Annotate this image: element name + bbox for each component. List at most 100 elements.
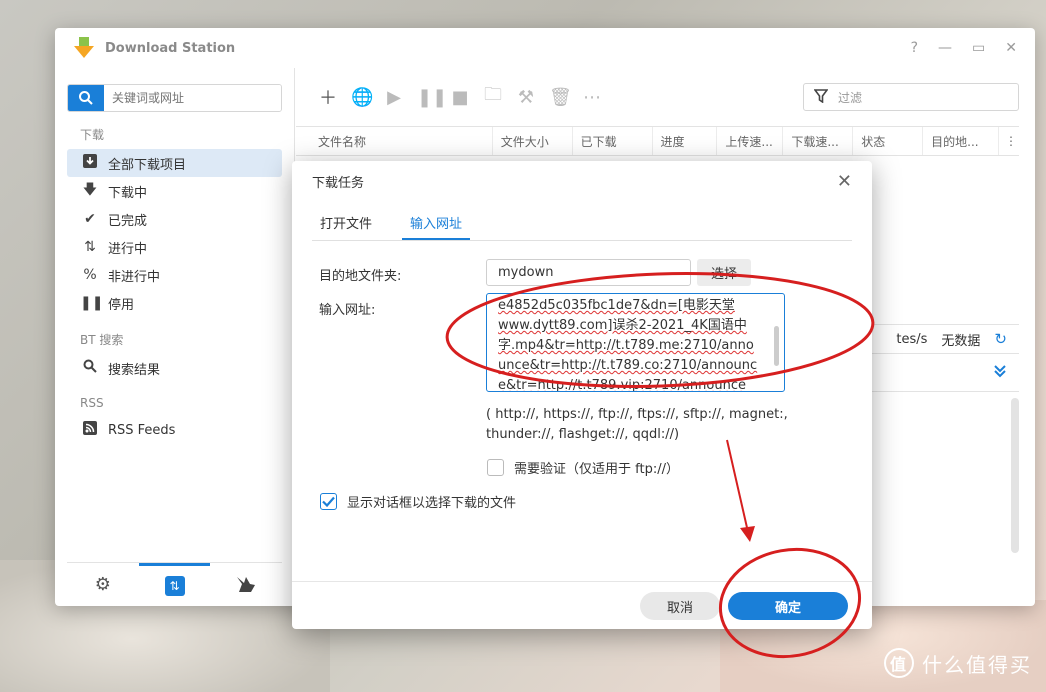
watermark-logo-icon: 值 [884, 648, 914, 678]
sidebar-item-search-results[interactable]: 搜索结果 [67, 354, 282, 382]
delete-icon[interactable]: 🗑 [549, 87, 572, 108]
column-header-destination[interactable]: 目的地... [923, 127, 1000, 155]
close-icon[interactable]: ✕ [1005, 40, 1017, 56]
filter-input[interactable]: 过滤 [803, 83, 1019, 111]
sidebar-item-completed[interactable]: ✔ 已完成 [67, 205, 282, 233]
window-titlebar: Download Station ? — ▭ ✕ [55, 28, 1035, 68]
sidebar-item-label: 非进行中 [108, 269, 161, 285]
section-label-bt-search: BT 搜索 [80, 333, 124, 347]
show-dialog-checkbox[interactable] [320, 493, 337, 510]
sidebar-item-stopped[interactable]: ❚❚ 停用 [67, 289, 282, 317]
no-data-text: 无数据 [941, 333, 981, 349]
search-icon [80, 359, 100, 377]
url-line: e&tr=http://t.t789.vip:2710/announce [498, 378, 746, 392]
column-header-downloaded[interactable]: 已下载 [573, 127, 653, 155]
sidebar-bottom-bar: ⚙ ⇅ [67, 562, 282, 606]
sidebar-item-label: 搜索结果 [108, 362, 161, 378]
add-icon[interactable]: ＋ [318, 84, 338, 110]
sidebar-item-label: 停用 [108, 297, 135, 313]
sidebar-search [67, 84, 282, 112]
help-icon[interactable]: ? [911, 40, 918, 56]
play-icon[interactable]: ▶ [384, 87, 404, 108]
ok-button[interactable]: 确定 [728, 592, 848, 620]
select-folder-button[interactable]: 选择 [697, 259, 751, 286]
dialog-title: 下载任务 [312, 175, 365, 191]
pause-icon[interactable]: ❚❚ [417, 87, 447, 108]
filter-funnel-icon [813, 88, 829, 106]
sidebar-item-all-downloads[interactable]: 全部下载项目 [67, 149, 282, 177]
destination-folder-field[interactable]: mydown [486, 259, 691, 286]
transfer-icon: ⇅ [164, 576, 185, 596]
speed-value: tes/s [896, 331, 928, 347]
auth-checkbox[interactable] [487, 459, 504, 476]
tab-enter-url[interactable]: 输入网址 [402, 213, 471, 240]
sidebar-item-label: 进行中 [108, 241, 148, 257]
watermark-text: 什么值得买 [922, 652, 1032, 677]
column-header-filename[interactable]: 文件名称 [296, 127, 493, 155]
sidebar-item-label: RSS Feeds [108, 422, 176, 438]
sidebar-item-inactive[interactable]: % 非进行中 [67, 261, 282, 289]
clear-completed-icon[interactable]: ⚒ [516, 87, 536, 108]
url-label: 输入网址: [319, 303, 376, 318]
dialog-titlebar: 下载任务 ✕ [292, 161, 872, 201]
column-header-progress[interactable]: 进度 [653, 127, 718, 155]
supported-protocols-hint: ( http://, https://, ftp://, ftps://, sf… [486, 405, 836, 445]
refresh-icon[interactable]: ↻ [994, 330, 1007, 348]
rss-icon [80, 421, 100, 439]
double-chevron-down-icon[interactable] [993, 364, 1007, 382]
show-dialog-option: 显示对话框以选择下载的文件 [320, 492, 516, 511]
destination-label: 目的地文件夹: [319, 269, 402, 284]
dialog-footer: 取消 确定 [292, 581, 872, 629]
hint-line: thunder://, flashget://, qqdl://) [486, 427, 680, 442]
add-url-globe-icon[interactable]: 🌐 [351, 87, 373, 108]
sidebar-item-downloading[interactable]: 🡇 下载中 [67, 177, 282, 205]
sidebar-item-rss-feeds[interactable]: RSS Feeds [67, 416, 282, 444]
column-header-status[interactable]: 状态 [853, 127, 924, 155]
column-header-size[interactable]: 文件大小 [493, 127, 573, 155]
up-down-arrows-icon: ⇅ [84, 239, 96, 255]
check-icon: ✔ [84, 211, 96, 227]
toolbar: ＋ 🌐 ▶ ❚❚ ■ 🗀 ⚒ 🗑 ⋯ 过滤 [296, 68, 1035, 126]
maximize-icon[interactable]: ▭ [972, 40, 985, 56]
sidebar-item-label: 已完成 [108, 213, 148, 229]
url-line: unce&tr=http://t.t789.co:2710/announc [498, 358, 758, 373]
sidebar-item-label: 下载中 [108, 185, 148, 201]
table-header: 文件名称 文件大小 已下载 进度 上传速... 下载速... 状态 目的地...… [296, 126, 1019, 156]
dialog-tabs: 打开文件 输入网址 [312, 213, 852, 241]
download-icon [80, 154, 100, 172]
settings-gear-icon[interactable]: ⚙ [67, 563, 139, 606]
url-line: www.dytt89.com]误杀2-2021_4K国语中 [498, 318, 747, 333]
search-input[interactable] [104, 85, 281, 111]
section-label-rss: RSS [80, 396, 104, 410]
column-menu-icon[interactable]: ⋮ [999, 127, 1019, 155]
auth-option: 需要验证（仅适用于 ftp://） [487, 458, 679, 477]
scrollbar[interactable] [1011, 398, 1019, 553]
auth-label: 需要验证（仅适用于 ftp://） [514, 462, 679, 477]
url-line: e4852d5c035fbc1de7&dn=[电影天堂 [498, 298, 735, 313]
pause-icon: ❚❚ [80, 295, 104, 311]
percent-icon: % [83, 267, 97, 283]
move-folder-icon[interactable]: 🗀 [483, 82, 503, 112]
section-label-download: 下载 [80, 128, 105, 142]
column-header-download-speed[interactable]: 下载速... [783, 127, 854, 155]
stop-icon[interactable]: ■ [450, 87, 470, 108]
url-line: 字.mp4&tr=http://t.t789.me:2710/anno [498, 338, 754, 353]
cancel-button[interactable]: 取消 [640, 592, 720, 620]
close-icon[interactable]: ✕ [837, 171, 852, 192]
tab-open-file[interactable]: 打开文件 [312, 213, 380, 240]
more-icon[interactable]: ⋯ [582, 87, 602, 108]
show-dialog-label: 显示对话框以选择下载的文件 [347, 496, 517, 511]
emule-donkey-icon[interactable] [210, 563, 282, 606]
url-textarea[interactable]: e4852d5c035fbc1de7&dn=[电影天堂 www.dytt89.c… [486, 293, 785, 392]
watermark: 值 什么值得买 [884, 648, 1032, 678]
search-icon[interactable] [68, 85, 104, 111]
download-task-dialog: 下载任务 ✕ 打开文件 输入网址 目的地文件夹: mydown 选择 输入网址:… [292, 161, 872, 629]
minimize-icon[interactable]: — [938, 40, 952, 56]
url-textarea-scrollbar[interactable] [774, 326, 779, 366]
sidebar-item-label: 全部下载项目 [108, 157, 187, 173]
transfer-tab[interactable]: ⇅ [138, 563, 211, 606]
arrow-down-icon: 🡇 [82, 182, 98, 198]
column-header-upload-speed[interactable]: 上传速... [717, 127, 784, 155]
sidebar: 下载 全部下载项目 🡇 下载中 ✔ 已完成 ⇅ 进行中 % 非进行中 ❚❚ 停用… [55, 68, 295, 606]
sidebar-item-active[interactable]: ⇅ 进行中 [67, 233, 282, 261]
